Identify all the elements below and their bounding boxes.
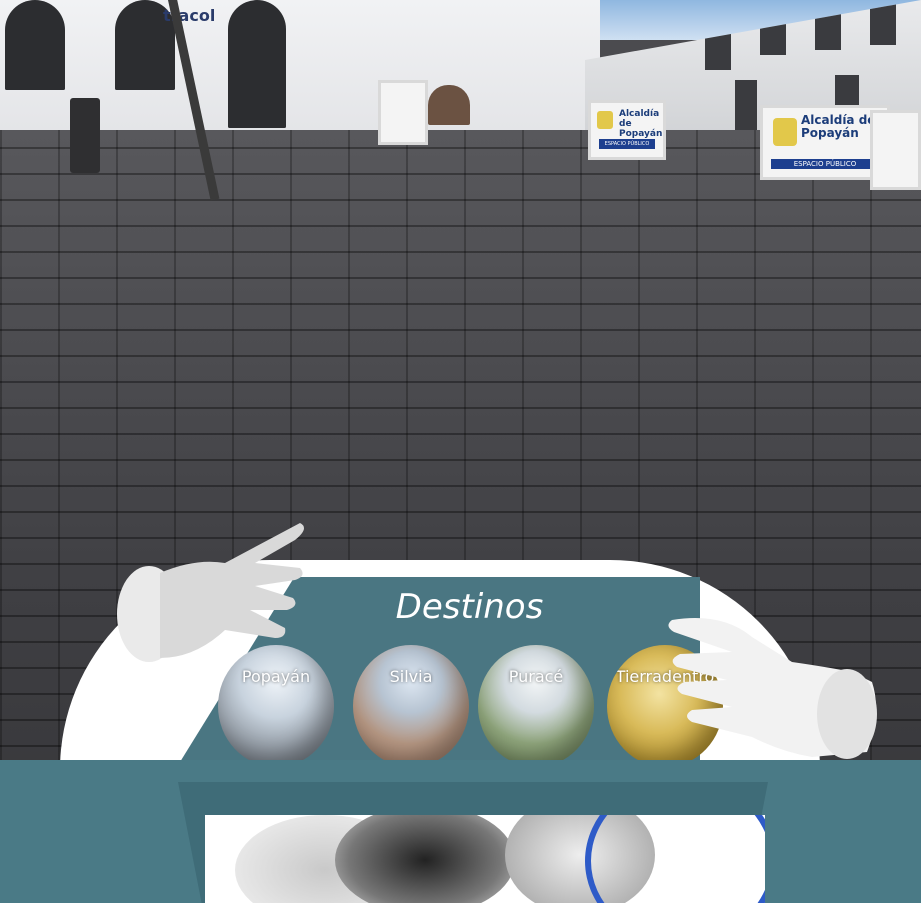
city-crest-icon (597, 111, 613, 129)
barrier-fence (870, 110, 921, 190)
sign-band: ESPACIO PÚBLICO (771, 159, 879, 169)
preview-blob (335, 815, 515, 903)
preview-ring (585, 815, 765, 903)
destination-label: Popayán (241, 667, 311, 686)
destination-label: Puracé (508, 667, 564, 686)
destination-label: Silvia (389, 667, 433, 686)
sign-band: ESPACIO PÚBLICO (599, 139, 655, 149)
barrier-fence (378, 80, 428, 145)
destination-purace[interactable]: Puracé (478, 645, 594, 767)
right-hand-icon (668, 618, 877, 759)
destination-silvia[interactable]: Silvia (353, 645, 469, 767)
trash-bin (70, 98, 100, 173)
sign-text-line1: Alcaldía de (619, 109, 660, 129)
sign-text-line2: Popayán (801, 126, 859, 140)
city-crest-icon (773, 118, 797, 146)
sign-text-line2: Popayán (619, 129, 663, 139)
doorway (428, 85, 470, 125)
building-door (228, 0, 286, 128)
building-window (5, 0, 65, 90)
left-hand-icon (117, 523, 304, 662)
panorama-preview (205, 815, 765, 903)
barrier-sign: Alcaldía de Popayán ESPACIO PÚBLICO (588, 100, 666, 160)
